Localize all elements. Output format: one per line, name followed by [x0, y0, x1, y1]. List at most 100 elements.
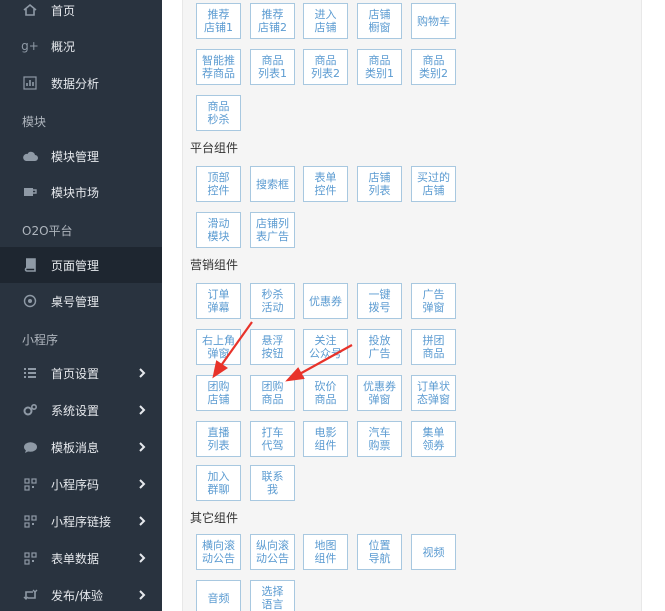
group-title-other: 其它组件 [190, 511, 239, 525]
component-button-shop[interactable]: 商品 列表2 [303, 49, 348, 85]
component-button-shop[interactable]: 商品 类别2 [411, 49, 456, 85]
sidebar-item-label: 模块管理 [51, 149, 100, 164]
retweet-icon [22, 587, 38, 603]
sidebar-item-overview[interactable]: g+ 概况 [0, 28, 162, 64]
section-modules: 模块 [22, 115, 47, 129]
component-button-shop[interactable]: 进入 店铺 [303, 3, 348, 39]
component-button-marketing[interactable]: 悬浮 按钮 [250, 329, 295, 365]
book-icon [22, 257, 38, 273]
component-button-platform[interactable]: 顶部 控件 [196, 166, 241, 202]
sidebar: 首页 g+ 概况 数据分析 模块 模块管理 模块市场 O2O平台 页面管理 桌号… [0, 0, 162, 611]
qrcode-icon [22, 476, 38, 492]
component-button-other[interactable]: 音频 [196, 580, 241, 611]
section-miniprogram: 小程序 [22, 333, 59, 347]
component-button-other[interactable]: 选择 语言 [250, 580, 295, 611]
component-button-marketing[interactable]: 投放 广告 [357, 329, 402, 365]
component-button-shop[interactable]: 商品 类别1 [357, 49, 402, 85]
component-button-other[interactable]: 横向滚 动公告 [196, 534, 241, 570]
component-button-marketing[interactable]: 团购 商品 [250, 375, 295, 411]
component-button-shop[interactable]: 推荐 店铺1 [196, 3, 241, 39]
component-button-marketing[interactable]: 联系 我 [250, 465, 295, 501]
group-title-marketing: 营销组件 [190, 258, 239, 272]
sidebar-item-label: 表单数据 [51, 551, 100, 566]
chevron-right-icon [139, 405, 146, 415]
sidebar-item-label: 首页设置 [51, 366, 100, 381]
sidebar-item-label: 首页 [51, 3, 76, 18]
component-button-marketing[interactable]: 订单状 态弹窗 [411, 375, 456, 411]
sidebar-item-label: 系统设置 [51, 403, 100, 418]
component-button-platform[interactable]: 买过的 店铺 [411, 166, 456, 202]
component-button-marketing[interactable]: 电影 组件 [303, 421, 348, 457]
gplus-icon: g+ [21, 39, 39, 53]
qrcode-icon [22, 513, 38, 529]
cogs-icon [22, 402, 38, 418]
sidebar-item-label: 模块市场 [51, 185, 100, 200]
component-button-shop[interactable]: 推荐 店铺2 [250, 3, 295, 39]
target-icon [22, 293, 38, 309]
component-button-marketing[interactable]: 拼团 商品 [411, 329, 456, 365]
component-button-other[interactable]: 纵向滚 动公告 [250, 534, 295, 570]
component-button-marketing[interactable]: 直播 列表 [196, 421, 241, 457]
sidebar-item-system-settings[interactable]: 系统设置 [0, 392, 162, 428]
sidebar-item-home[interactable]: 首页 [0, 0, 162, 28]
list-icon [22, 365, 38, 381]
component-button-platform[interactable]: 滑动 模块 [196, 212, 241, 248]
section-o2o: O2O平台 [22, 224, 73, 238]
component-button-marketing[interactable]: 优惠券 弹窗 [357, 375, 402, 411]
component-button-platform[interactable]: 表单 控件 [303, 166, 348, 202]
sidebar-item-qrcode[interactable]: 小程序码 [0, 466, 162, 502]
component-button-marketing[interactable]: 团购 店铺 [196, 375, 241, 411]
component-button-marketing[interactable]: 一键 拨号 [357, 283, 402, 319]
sidebar-item-analytics[interactable]: 数据分析 [0, 65, 162, 101]
component-button-marketing[interactable]: 订单 弹幕 [196, 283, 241, 319]
component-button-shop[interactable]: 购物车 [411, 3, 456, 39]
comment-icon [22, 439, 38, 455]
component-button-platform[interactable]: 店铺列 表广告 [250, 212, 295, 248]
component-button-marketing[interactable]: 砍价 商品 [303, 375, 348, 411]
sidebar-item-label: 概况 [51, 39, 76, 54]
sidebar-item-label: 桌号管理 [51, 294, 100, 309]
component-button-marketing[interactable]: 右上角 弹窗 [196, 329, 241, 365]
component-button-marketing[interactable]: 集单 领券 [411, 421, 456, 457]
component-button-other[interactable]: 地图 组件 [303, 534, 348, 570]
qrcode-icon [22, 550, 38, 566]
sidebar-item-form-data[interactable]: 表单数据 [0, 540, 162, 576]
component-button-platform[interactable]: 搜索框 [250, 166, 295, 202]
sidebar-item-label: 模板消息 [51, 440, 100, 455]
chevron-right-icon [139, 368, 146, 378]
component-button-marketing[interactable]: 广告 弹窗 [411, 283, 456, 319]
component-button-shop[interactable]: 商品 列表1 [250, 49, 295, 85]
sidebar-item-label: 发布/体验 [51, 588, 104, 603]
sidebar-item-module-market[interactable]: 模块市场 [0, 174, 162, 210]
component-button-marketing[interactable]: 打车 代驾 [250, 421, 295, 457]
component-button-shop[interactable]: 商品 秒杀 [196, 95, 241, 131]
component-button-other[interactable]: 位置 导航 [357, 534, 402, 570]
component-button-shop[interactable]: 店铺 橱窗 [357, 3, 402, 39]
chevron-right-icon [139, 479, 146, 489]
sidebar-item-label: 小程序链接 [51, 514, 112, 529]
component-button-other[interactable]: 视频 [411, 534, 456, 570]
home-icon [22, 2, 38, 18]
component-button-marketing[interactable]: 加入 群聊 [196, 465, 241, 501]
chart-icon [22, 75, 38, 91]
sidebar-item-label: 数据分析 [51, 76, 100, 91]
sidebar-item-page-manage[interactable]: 页面管理 [0, 247, 162, 283]
component-button-marketing[interactable]: 汽车 购票 [357, 421, 402, 457]
sidebar-item-module-manage[interactable]: 模块管理 [0, 138, 162, 174]
sidebar-item-table-manage[interactable]: 桌号管理 [0, 283, 162, 319]
sidebar-item-publish[interactable]: 发布/体验 [0, 577, 162, 611]
sidebar-item-miniprogram-link[interactable]: 小程序链接 [0, 503, 162, 539]
component-button-marketing[interactable]: 关注 公众号 [303, 329, 348, 365]
component-button-marketing[interactable]: 秒杀 活动 [250, 283, 295, 319]
component-button-marketing[interactable]: 优惠券 [303, 283, 348, 319]
group-title-platform: 平台组件 [190, 141, 239, 155]
sidebar-item-template-messages[interactable]: 模板消息 [0, 429, 162, 465]
chevron-right-icon [139, 553, 146, 563]
sidebar-item-home-settings[interactable]: 首页设置 [0, 355, 162, 391]
component-button-platform[interactable]: 店铺 列表 [357, 166, 402, 202]
sidebar-item-label: 页面管理 [51, 258, 100, 273]
component-button-shop[interactable]: 智能推 荐商品 [196, 49, 241, 85]
chevron-right-icon [139, 516, 146, 526]
chevron-right-icon [139, 590, 146, 600]
cloud-icon [22, 148, 38, 164]
